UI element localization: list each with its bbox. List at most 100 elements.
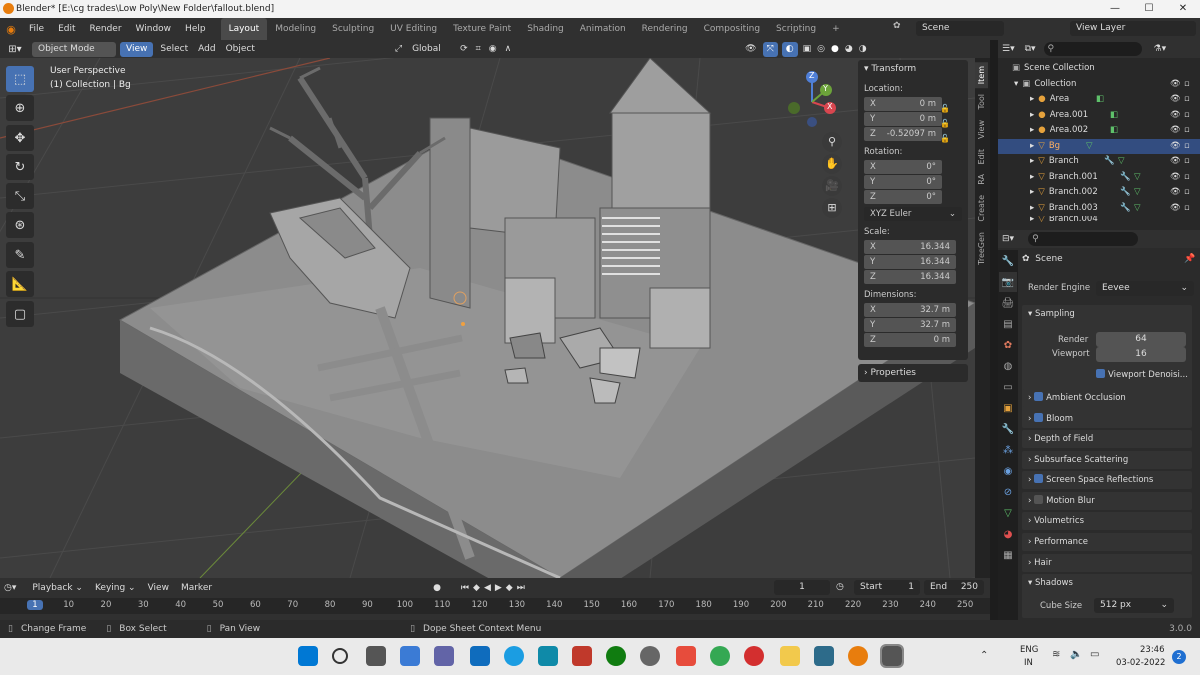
tab-scripting[interactable]: Scripting [768,18,824,40]
camera-icon[interactable]: ▫ [1184,92,1190,108]
eye-icon[interactable]: 👁 [1170,77,1181,93]
ortho-grid-icon[interactable]: ⊞ [822,198,842,218]
tab-modeling[interactable]: Modeling [267,18,324,40]
tab-item[interactable]: Item [975,62,988,89]
widgets-icon[interactable] [400,646,420,666]
region-label[interactable]: IN [1024,658,1033,668]
motion-blur-checkbox[interactable] [1034,495,1044,504]
physics-properties-icon[interactable]: ◉ [999,461,1017,481]
play-icon[interactable]: ▶ [495,583,506,593]
rotation-mode-selector[interactable]: XYZ Euler ⌄ [864,207,962,221]
viewport-denoise-checkbox[interactable]: Viewport Denoisi... [1096,366,1188,384]
location-z-field[interactable]: Z -0.52097 m [864,127,942,141]
xray-icon[interactable]: ▣ [803,44,812,54]
menu-edit[interactable]: Edit [51,18,82,40]
falloff-icon[interactable]: ∧ [505,44,512,54]
location-x-field[interactable]: X 0 m [864,97,942,111]
sampling-header[interactable]: ▾ Sampling [1028,305,1192,323]
chevron-up-icon[interactable]: ⌃ [980,650,988,661]
tab-layout[interactable]: Layout [220,18,268,40]
eye-icon[interactable]: 👁 [1170,170,1181,186]
playback-controls[interactable]: ⏮◆◀▶◆⏭ [461,583,529,593]
camera-icon[interactable]: ▫ [1184,123,1190,139]
play-reverse-icon[interactable]: ◀ [484,583,495,593]
outliner-search-input[interactable]: ⚲ [1043,42,1142,56]
camera-icon[interactable]: ▫ [1184,170,1190,186]
close-button[interactable]: ✕ [1166,0,1200,18]
edge-browser-icon[interactable] [504,646,524,666]
outliner-collection[interactable]: ▾ ▣ Collection 👁 ▫ [998,77,1200,93]
outliner-item-branch-001[interactable]: ▸ ▽ Branch.001 🔧 ▽ 👁 ▫ [998,170,1200,186]
frame-ruler[interactable]: 1 10 20 30 40 50 60 70 80 90 100 110 120 130 140 150 160… [0,598,990,614]
camera-icon[interactable]: ▫ [1184,108,1190,124]
camera-view-icon[interactable]: 🎥 [822,176,842,196]
task-view-icon[interactable] [366,646,386,666]
maximize-button[interactable]: ☐ [1132,0,1166,18]
menu-render[interactable]: Render [83,18,129,40]
menu-file[interactable]: File [22,18,51,40]
tab-texture-paint[interactable]: Texture Paint [445,18,519,40]
tab-view[interactable]: View [975,116,988,143]
eye-icon[interactable]: 👁 [1170,154,1181,170]
navigation-gizmo[interactable]: Z X Y [786,70,846,130]
menu-view[interactable]: View [120,41,154,57]
overlay-toggle-icon[interactable]: ◐ [781,41,798,57]
bloom-panel[interactable]: › Bloom [1022,410,1192,428]
tab-edit[interactable]: Edit [975,145,988,169]
visibility-icon[interactable]: 👁 [745,44,756,54]
output-properties-icon[interactable]: 🖨 [999,293,1017,313]
performance-panel[interactable]: › Performance [1022,533,1192,551]
snap-icon[interactable]: ⌗ [476,44,481,54]
start-icon[interactable] [298,646,318,666]
search-icon[interactable] [332,648,348,664]
object-properties-icon[interactable]: ▣ [999,398,1017,418]
chrome-icon[interactable] [710,646,730,666]
clock-date[interactable]: 03-02-2022 [1116,658,1165,668]
outliner-item-bg[interactable]: ▸ ▽ Bg ▽ 👁 ▫ [998,138,1200,155]
world-properties-icon[interactable]: ◍ [999,356,1017,376]
rotation-y-field[interactable]: Y 0° [864,175,942,189]
render-samples-field[interactable]: 64 [1096,332,1186,347]
tab-ra[interactable]: RA [975,170,988,189]
pan-hand-icon[interactable]: ✋ [822,154,842,174]
scale-z-field[interactable]: Z 16.344 [864,270,956,284]
end-frame-field[interactable]: End 250 [924,580,984,595]
zoom-icon[interactable]: ⚲ [822,132,842,152]
snipping-tool-icon[interactable] [880,644,904,668]
collection-properties-icon[interactable]: ▭ [999,377,1017,397]
jump-start-icon[interactable]: ⏮ [461,583,473,593]
eye-icon[interactable]: 👁 [1170,92,1181,108]
eye-icon[interactable]: 👁 [1170,108,1181,124]
add-workspace-button[interactable]: + [824,18,848,40]
clock-time[interactable]: 23:46 [1140,645,1165,655]
solid-shading-icon[interactable]: ● [831,44,839,54]
scale-tool-icon[interactable]: ⤡ [6,183,34,209]
select-box-tool-icon[interactable]: ⬚ [6,66,34,92]
wifi-icon[interactable]: ≋ [1052,649,1060,660]
dimensions-y-field[interactable]: Y 32.7 m [864,318,956,332]
camera-icon[interactable]: ▫ [1184,185,1190,201]
prev-keyframe-icon[interactable]: ◆ [473,583,484,593]
lock-icon[interactable]: 🔓 [940,119,950,128]
battery-icon[interactable]: ▭ [1090,649,1099,660]
material-properties-icon[interactable]: ◕ [999,524,1017,544]
notification-badge[interactable]: 2 [1172,650,1186,664]
move-tool-icon[interactable]: ✥ [6,125,34,151]
outliner-item-branch[interactable]: ▸ ▽ Branch 🔧 ▽ 👁 ▫ [998,154,1200,170]
depth-of-field-panel[interactable]: › Depth of Field [1022,430,1192,448]
mode-selector[interactable]: Object Mode [32,41,116,57]
pin-icon[interactable]: 📌 [1184,254,1195,264]
display-mode-icon[interactable]: ⧉▾ [1025,44,1036,54]
menu-object[interactable]: Object [221,44,260,54]
tab-tool[interactable]: Tool [975,90,988,114]
shadows-header[interactable]: ▾ Shadows [1028,574,1192,592]
cursor-tool-icon[interactable]: ⊕ [6,95,34,121]
camera-icon[interactable]: ▫ [1184,139,1190,155]
filter-icon[interactable]: ⚗▾ [1154,44,1167,54]
lock-icon[interactable]: 🔓 [940,104,950,113]
blender-taskbar-icon[interactable] [848,646,868,666]
mail-icon[interactable] [470,646,490,666]
render-engine-selector[interactable]: Eevee ⌄ [1096,281,1194,296]
menu-playback[interactable]: Playback ⌄ [26,583,89,593]
settings-gear-icon[interactable] [640,646,660,666]
